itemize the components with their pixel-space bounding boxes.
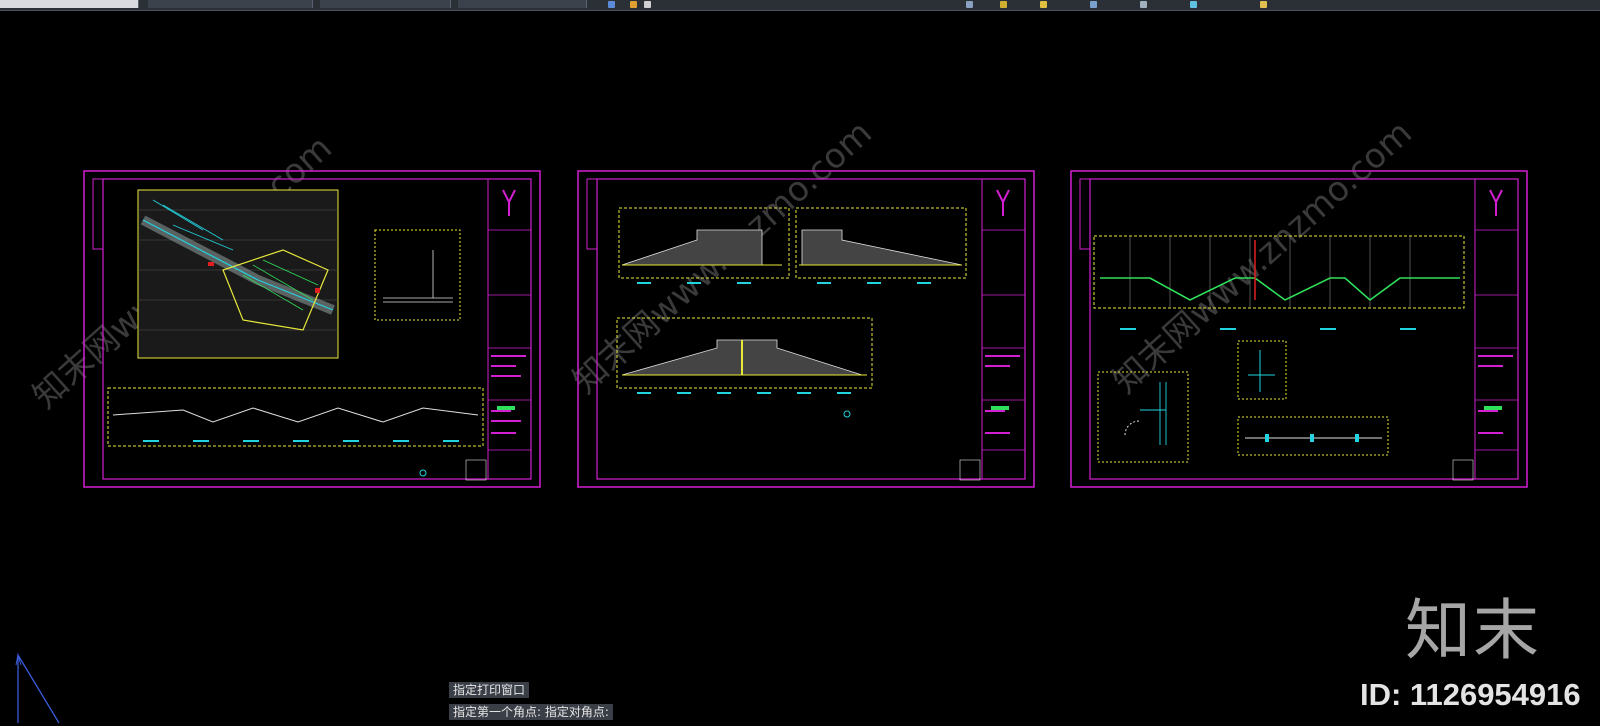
command-history-line-1: 指定打印窗口 (449, 682, 530, 698)
watermark-logo: 知末 (1405, 592, 1541, 669)
pan-icon[interactable] (1260, 1, 1267, 8)
match-icon[interactable] (1090, 1, 1097, 8)
drawing-tab-2[interactable] (148, 0, 313, 8)
drawing-sheet-3[interactable] (1070, 170, 1528, 488)
command-history-line-2: 指定第一个角点: 指定对角点: (449, 704, 613, 720)
title-bar (0, 0, 1600, 11)
drawing-sheet-2[interactable] (577, 170, 1035, 488)
drawing-tab-4[interactable] (458, 0, 587, 8)
block-icon[interactable] (1140, 1, 1147, 8)
zoom-icon[interactable] (1190, 1, 1197, 8)
drawing-tab-1[interactable] (0, 0, 139, 8)
save-icon[interactable] (608, 1, 615, 8)
ucs-icon (15, 652, 60, 724)
watermark-id: ID: 1126954916 (1360, 677, 1581, 712)
redo-icon[interactable] (644, 1, 651, 8)
drawing-tab-3[interactable] (320, 0, 451, 8)
drawing-canvas[interactable]: 知末网www.znzmo.com 知末网www.znzmo.com 知末网www… (0, 11, 1600, 726)
layer-icon[interactable] (1000, 1, 1007, 8)
drawing-sheet-1[interactable] (83, 170, 541, 488)
print-icon[interactable] (966, 1, 973, 8)
properties-icon[interactable] (1040, 1, 1047, 8)
undo-icon[interactable] (630, 1, 637, 8)
